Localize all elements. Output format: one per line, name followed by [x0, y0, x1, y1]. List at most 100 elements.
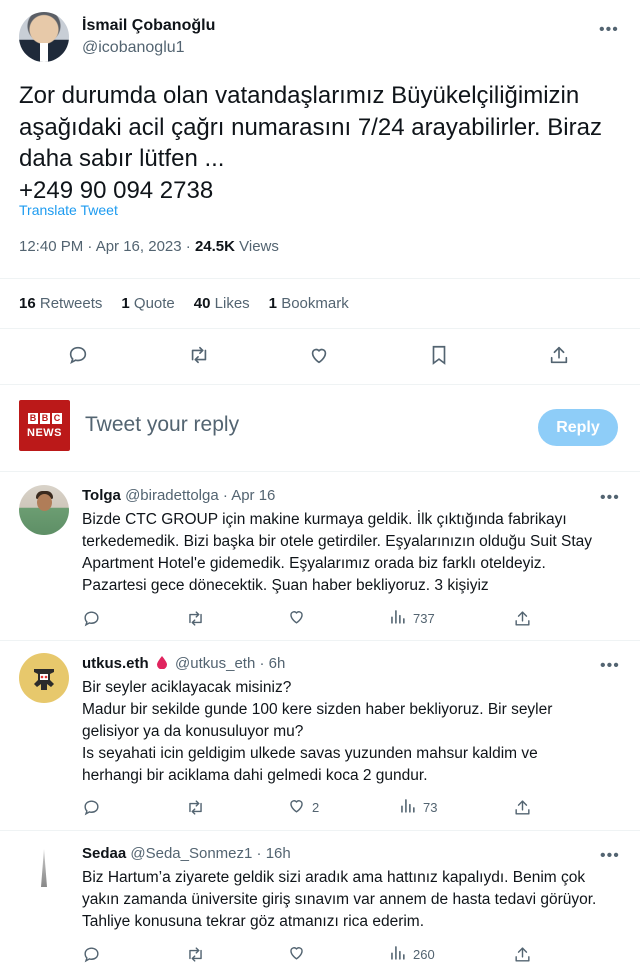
share-icon[interactable]	[513, 607, 532, 629]
retweets-stat[interactable]: 16 Retweets	[19, 295, 102, 312]
reply-author-name[interactable]: utkus.eth	[82, 655, 149, 672]
views-button[interactable]: 260	[388, 943, 435, 965]
author-name[interactable]: İsmail Çobanoğlu	[82, 17, 215, 35]
quotes-count: 1	[121, 295, 130, 312]
reply-action-bar: 737	[82, 607, 542, 631]
more-options-icon[interactable]: •••	[600, 848, 620, 864]
bookmarks-count: 1	[268, 295, 278, 312]
views-button[interactable]: 737	[388, 607, 435, 629]
views-count: 737	[413, 610, 435, 626]
reply-tweet[interactable]: utkus.eth @utkus_eth · 6h ••• Bir seyler…	[0, 641, 640, 830]
author-avatar[interactable]	[19, 12, 69, 62]
likes-stat[interactable]: 40 Likes	[194, 295, 250, 312]
bookmark-icon[interactable]	[428, 344, 452, 368]
views-count: 260	[413, 946, 435, 962]
reply-author-name[interactable]: Tolga	[82, 487, 121, 504]
like-icon	[287, 607, 306, 629]
bookmarks-label: Bookmark	[281, 295, 349, 312]
reply-text-line: Biz Hartum’a ziyarete geldik sizi aradık…	[82, 869, 586, 886]
bbc-logo-letter: C	[52, 413, 62, 424]
more-options-icon[interactable]: •••	[600, 490, 620, 506]
retweet-icon[interactable]	[188, 344, 212, 368]
reply-icon[interactable]	[67, 344, 91, 368]
share-icon[interactable]	[548, 344, 572, 368]
bbc-logo-letter: B	[28, 413, 38, 424]
tweet-text-line: aşağıdaki acil çağrı numarasını 7/24 ara…	[19, 113, 602, 141]
views-count: 73	[423, 799, 438, 815]
retweet-icon[interactable]	[186, 796, 205, 818]
like-icon	[287, 943, 306, 965]
reply-icon[interactable]	[82, 796, 101, 818]
reply-avatar[interactable]	[19, 843, 69, 893]
bbc-news-avatar: B B C NEWS	[19, 400, 70, 451]
tweet-text-line: daha sabır lütfen ...	[19, 145, 225, 172]
retweets-label: Retweets	[39, 295, 103, 312]
reply-button[interactable]: Reply	[538, 409, 618, 446]
reply-text: Biz Hartum’a ziyarete geldik sizi aradık…	[82, 867, 622, 933]
reply-text-line: Tahliye konusuna tekrar göz atmanızı ric…	[82, 913, 425, 930]
tweet-text: Zor durumda olan vatandaşlarımız Büyükel…	[19, 80, 624, 206]
retweet-icon[interactable]	[186, 607, 205, 629]
bookmarks-stat[interactable]: 1 Bookmark	[269, 295, 349, 312]
likes-count: 40	[193, 295, 211, 312]
translate-tweet-link[interactable]: Translate Tweet	[19, 202, 118, 218]
share-icon[interactable]	[513, 943, 532, 965]
reply-text-line: herhangi bir aciklama dahi gelmedi koca …	[82, 767, 428, 784]
quotes-stat[interactable]: 1 Quote	[121, 295, 174, 312]
reply-text-line: Is seyahati icin geldigim ulkede savas y…	[82, 745, 538, 762]
reply-author-name[interactable]: Sedaa	[82, 845, 126, 862]
reply-tweet[interactable]: Sedaa @Seda_Sonmez1 · 16h ••• Biz Hartum…	[0, 831, 640, 978]
views-count: 24.5K	[194, 238, 235, 255]
bbc-logo-word: NEWS	[27, 427, 62, 439]
reply-tweet[interactable]: Tolga @biradettolga · Apr 16 ••• Bizde C…	[0, 472, 640, 640]
divider	[0, 328, 640, 329]
tweet-stats: 16 Retweets 1 Quote 40 Likes 1 Bookmark	[19, 295, 349, 312]
reply-time[interactable]: · 16h	[252, 845, 291, 862]
reply-action-bar: 2 73	[82, 796, 542, 820]
like-icon	[287, 796, 306, 818]
reply-avatar[interactable]	[19, 653, 69, 703]
like-button[interactable]: 2	[287, 796, 319, 818]
reply-icon[interactable]	[82, 943, 101, 965]
reply-avatar[interactable]	[19, 485, 69, 535]
like-button[interactable]	[287, 607, 312, 629]
reply-text: Bizde CTC GROUP için makine kurmaya geld…	[82, 509, 622, 597]
author-handle[interactable]: @icobanoglu1	[82, 39, 185, 57]
reply-text-line: gelisiyor ya da konusuluyor mu?	[82, 723, 304, 740]
more-options-icon[interactable]: •••	[599, 22, 619, 38]
reply-author-handle[interactable]: @utkus_eth	[175, 655, 255, 672]
reply-icon[interactable]	[82, 607, 101, 629]
reply-time[interactable]: · 6h	[255, 655, 285, 672]
tweet-timestamp[interactable]: 12:40 PM · Apr 16, 2023 ·	[19, 238, 195, 255]
reply-text-line: Bir seyler aciklayacak misiniz?	[82, 679, 292, 696]
views-icon	[388, 943, 407, 965]
quotes-label: Quote	[133, 295, 175, 312]
bbc-logo-letter: B	[40, 413, 50, 424]
reply-author-handle[interactable]: @biradettolga	[125, 487, 219, 504]
blood-drop-icon	[156, 656, 167, 670]
share-icon[interactable]	[513, 796, 532, 818]
reply-header: utkus.eth @utkus_eth · 6h	[82, 655, 285, 672]
tweet-text-line: Zor durumda olan vatandaşlarımız Büyükel…	[19, 82, 580, 109]
tweet-action-bar	[0, 340, 640, 374]
reply-action-bar: 260	[82, 943, 542, 967]
reply-input[interactable]: Tweet your reply	[85, 413, 239, 437]
views-label: Views	[234, 238, 279, 255]
views-button[interactable]: 73	[398, 796, 437, 818]
likes-label: Likes	[214, 295, 250, 312]
reply-text-line: Pazartesi gece dönecektik. Şuan haber be…	[82, 577, 489, 594]
like-icon[interactable]	[308, 344, 332, 368]
reply-author-handle[interactable]: @Seda_Sonmez1	[130, 845, 252, 862]
avatar-illustration	[34, 669, 54, 690]
retweets-count: 16	[19, 295, 36, 312]
more-options-icon[interactable]: •••	[600, 658, 620, 674]
reply-text-line: yakın zamanda üniversite giriş sınavım v…	[82, 891, 597, 908]
retweet-icon[interactable]	[186, 943, 205, 965]
reply-time[interactable]: · Apr 16	[219, 487, 276, 504]
divider	[0, 278, 640, 279]
reply-text-line: Bizde CTC GROUP için makine kurmaya geld…	[82, 511, 567, 528]
like-button[interactable]	[287, 943, 312, 965]
reply-text-line: terkedemedik. Bizi başka bir otele getir…	[82, 533, 593, 550]
author-row: İsmail Çobanoğlu @icobanoglu1 •••	[19, 12, 621, 66]
reply-header: Tolga @biradettolga · Apr 16	[82, 487, 275, 504]
